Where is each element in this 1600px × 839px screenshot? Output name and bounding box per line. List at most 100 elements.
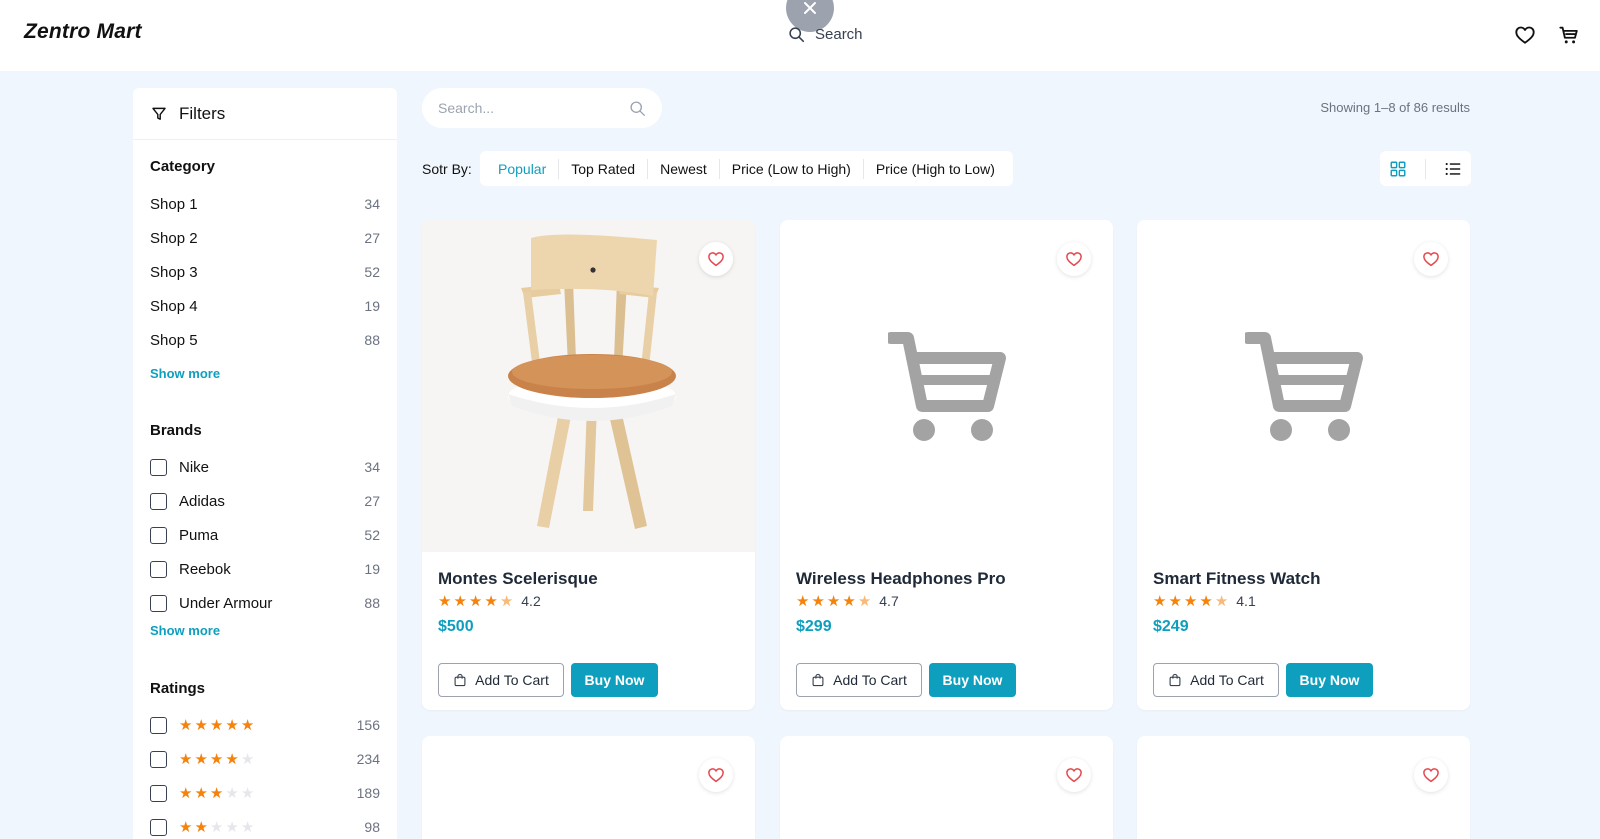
product-rating: ★ ★ ★ ★ ★ 4.7 [796,593,899,609]
chair-image [507,234,676,529]
brand-logo[interactable]: Zentro Mart [24,20,142,44]
product-card[interactable]: Wireless Headphones Pro ★ ★ ★ ★ ★ 4.7 $299 A… [780,220,1113,710]
rating-filter-4[interactable]: ★ ★ ★ ★ ★ 234 [150,747,380,771]
product-card[interactable]: Montes Scelerisque ★ ★ ★ ★ ★ 4.2 $500 Add To… [422,220,755,710]
add-to-cart-label: Add To Cart [833,672,907,688]
product-search-box [422,88,662,128]
product-name[interactable]: Wireless Headphones Pro [796,569,1006,589]
buy-now-button[interactable]: Buy Now [1286,663,1373,697]
brand-item-nike[interactable]: Nike 34 [150,455,380,479]
grid-view-icon[interactable] [1389,160,1407,178]
rating-count: 98 [364,819,380,835]
add-to-cart-button[interactable]: Add To Cart [1153,663,1279,697]
buy-now-button[interactable]: Buy Now [571,663,658,697]
category-item-shop-5[interactable]: Shop 5 88 [150,328,380,352]
brand-label: Nike [179,458,210,476]
brand-count: 27 [364,493,380,509]
product-rating: ★ ★ ★ ★ ★ 4.1 [1153,593,1256,609]
category-show-more-link[interactable]: Show more [150,366,220,381]
heart-icon [1423,768,1439,783]
results-count: Showing 1–8 of 86 results [1320,100,1470,115]
sort-label: Sotr By: [422,161,472,177]
brand-count: 52 [364,527,380,543]
rating-checkbox[interactable] [150,784,167,802]
sort-price-low-high[interactable]: Price (Low to High) [720,158,864,179]
product-card[interactable]: Smart Fitness Watch ★ ★ ★ ★ ★ 4.1 $249 Add T… [1137,220,1470,710]
rating-checkbox[interactable] [150,750,167,768]
header-search-label: Search [815,26,863,43]
rating-stars: ★ ★ ★ ★ ★ [438,592,514,610]
add-to-cart-button[interactable]: Add To Cart [438,663,564,697]
brand-checkbox[interactable] [150,526,167,544]
product-card[interactable] [1137,736,1470,839]
rating-value: 4.7 [879,593,899,609]
add-to-cart-label: Add To Cart [475,672,549,688]
heart-icon [1515,26,1535,44]
sort-tabs: Popular Top Rated Newest Price (Low to H… [480,151,1013,186]
search-icon[interactable] [629,100,646,117]
heart-icon [708,252,724,267]
list-view-icon[interactable] [1444,160,1462,178]
close-icon [804,2,816,14]
brand-checkbox[interactable] [150,560,167,578]
sort-newest[interactable]: Newest [648,158,720,179]
add-to-cart-label: Add To Cart [1190,672,1264,688]
brands-show-more-link[interactable]: Show more [150,623,220,638]
product-name[interactable]: Montes Scelerisque [438,569,598,589]
buy-now-button[interactable]: Buy Now [929,663,1016,697]
heart-icon [1066,768,1082,783]
wishlist-toggle[interactable] [1414,758,1448,792]
product-search-input[interactable] [438,100,618,116]
rating-stars: ★ ★ ★ ★ ★ [796,592,872,610]
wishlist-toggle[interactable] [1057,242,1091,276]
category-item-shop-3[interactable]: Shop 3 52 [150,260,380,284]
brand-label: Under Armour [179,594,273,612]
sort-top-rated[interactable]: Top Rated [559,158,649,179]
category-item-shop-1[interactable]: Shop 1 34 [150,192,380,216]
brand-checkbox[interactable] [150,458,167,476]
brand-checkbox[interactable] [150,594,167,612]
rating-filter-2[interactable]: ★ ★ ★ ★ ★ 98 [150,815,380,839]
product-card[interactable] [422,736,755,839]
product-rating: ★ ★ ★ ★ ★ 4.2 [438,593,541,609]
category-label: Shop 3 [150,263,198,281]
sort-price-high-low[interactable]: Price (High to Low) [864,159,1007,179]
brand-label: Puma [179,526,219,544]
brand-item-puma[interactable]: Puma 52 [150,523,380,547]
rating-checkbox[interactable] [150,716,167,734]
brand-item-under-armour[interactable]: Under Armour 88 [150,591,380,615]
star-rating-5: ★ ★ ★ ★ ★ [179,716,255,734]
rating-checkbox[interactable] [150,818,167,836]
brand-label: Reebok [179,560,231,578]
category-item-shop-4[interactable]: Shop 4 19 [150,294,380,318]
brand-item-adidas[interactable]: Adidas 27 [150,489,380,513]
wishlist-toggle[interactable] [1414,242,1448,276]
product-price: $500 [438,618,474,635]
brand-checkbox[interactable] [150,492,167,510]
wishlist-toggle[interactable] [699,758,733,792]
rating-count: 189 [356,785,380,801]
rating-filter-3[interactable]: ★ ★ ★ ★ ★ 189 [150,781,380,805]
category-label: Shop 4 [150,297,198,315]
brand-count: 19 [364,561,380,577]
rating-filter-5[interactable]: ★ ★ ★ ★ ★ 156 [150,713,380,737]
wishlist-toggle[interactable] [1057,758,1091,792]
wishlist-toggle[interactable] [699,242,733,276]
category-count: 34 [364,196,380,212]
ratings-title: Ratings [150,680,206,697]
category-item-shop-2[interactable]: Shop 2 27 [150,226,380,250]
cart-button[interactable] [1558,24,1580,46]
brand-item-reebok[interactable]: Reebok 19 [150,557,380,581]
filters-header: Filters [133,88,397,140]
filter-icon [152,107,166,120]
category-label: Shop 1 [150,195,198,213]
category-label: Shop 2 [150,229,198,247]
product-name[interactable]: Smart Fitness Watch [1153,569,1321,589]
product-card[interactable] [780,736,1113,839]
sort-popular[interactable]: Popular [486,158,560,179]
wishlist-button[interactable] [1514,24,1536,46]
add-to-cart-button[interactable]: Add To Cart [796,663,922,697]
header-search-button[interactable]: Search [788,26,863,43]
product-price: $299 [796,618,832,635]
rating-value: 4.2 [521,593,541,609]
